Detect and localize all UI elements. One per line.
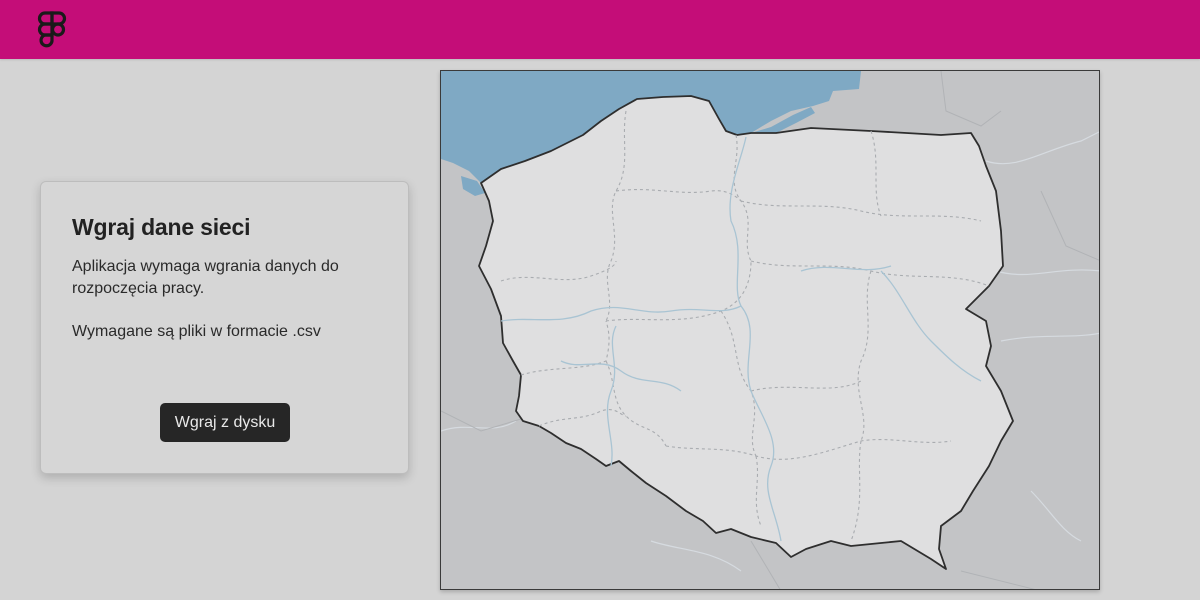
top-bar (0, 0, 1200, 59)
poland-map[interactable] (440, 70, 1100, 590)
card-title: Wgraj dane sieci (72, 214, 251, 240)
upload-data-card: Wgraj dane sieci Aplikacja wymaga wgrani… (40, 181, 409, 474)
card-description: Aplikacja wymaga wgrania danych do rozpo… (72, 258, 339, 297)
card-requirement: Wymagane są pliki w formacie .csv (72, 323, 321, 340)
figma-logo-icon[interactable] (36, 10, 68, 50)
upload-from-disk-button[interactable]: Wgraj z dysku (160, 403, 290, 442)
